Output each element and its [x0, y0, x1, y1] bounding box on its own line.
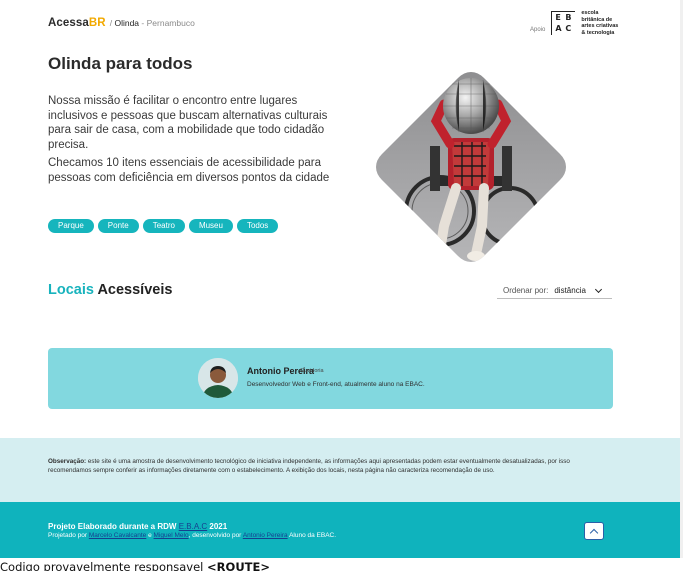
footer-project-line: Projeto Elaborado durante a RDW E.B.A.C … [48, 522, 228, 531]
disclaimer-text: Observação: este site é uma amostra de d… [48, 458, 570, 474]
breadcrumb-city: Olinda [114, 18, 140, 28]
designer2-link[interactable]: Miguel Melo [154, 532, 189, 539]
category-filters: Parque Ponte Teatro Museu Todos [48, 219, 279, 233]
header-brand[interactable]: AcessaBR / Olinda - Pernambuco [48, 17, 195, 29]
ebac-tagline: escola britânica de artes criativas & te… [581, 10, 619, 36]
mission-paragraph: Nossa missão é facilitar o encontro entr… [48, 95, 328, 151]
breadcrumb-state: Pernambuco [146, 18, 195, 28]
footer-credits-line: Projetado por Marcelo Cavalcante e Migue… [48, 532, 337, 539]
profile-role: Ouvidoria [300, 368, 324, 374]
chevron-up-icon [589, 528, 599, 537]
footer: Projeto Elaborado durante a RDW E.B.A.C … [0, 502, 680, 558]
breadcrumb: / Olinda - Pernambuco [109, 18, 195, 28]
chevron-down-icon[interactable] [594, 285, 602, 293]
filter-parque[interactable]: Parque [48, 219, 94, 233]
sort-dropdown[interactable]: Ordenar por: distância [497, 283, 612, 299]
avatar [198, 358, 238, 398]
brand-logo[interactable]: AcessaBR [48, 17, 106, 29]
designer1-link[interactable]: Marcelo Cavalcante [89, 532, 146, 539]
ebac-link[interactable]: E.B.A.C [179, 522, 207, 531]
filter-museu[interactable]: Museu [188, 219, 233, 233]
back-to-top-button[interactable] [584, 522, 604, 540]
sort-value[interactable]: distância [554, 286, 586, 295]
filter-teatro[interactable]: Teatro [142, 219, 185, 233]
filter-ponte[interactable]: Ponte [97, 219, 139, 233]
avatar-photo-icon [198, 358, 238, 398]
sponsor-label: Apoio [530, 27, 546, 33]
hero-image [376, 72, 566, 262]
filter-todos[interactable]: Todos [236, 219, 279, 233]
section-title-locais: Locais Acessíveis [48, 282, 173, 298]
developer-link[interactable]: Antonio Pereira [243, 532, 288, 539]
page-title: Olinda para todos [48, 54, 193, 73]
profile-card: Antonio Pereira Ouvidoria Desenvolvedor … [48, 348, 613, 409]
debug-text: Codigo provavelmente responsavel <ROUTE> [0, 560, 270, 571]
profile-description: Desenvolvedor Web e Front-end, atualment… [247, 381, 425, 388]
sort-label: Ordenar por: [503, 286, 549, 295]
sponsor-block: Apoio E B A C escola britânica de artes … [530, 10, 621, 36]
checklist-paragraph: Checamos 10 itens essenciais de acessibi… [48, 157, 330, 184]
ebac-logo[interactable]: E B A C [551, 11, 576, 35]
disclaimer-band: Observação: este site é uma amostra de d… [0, 438, 680, 502]
